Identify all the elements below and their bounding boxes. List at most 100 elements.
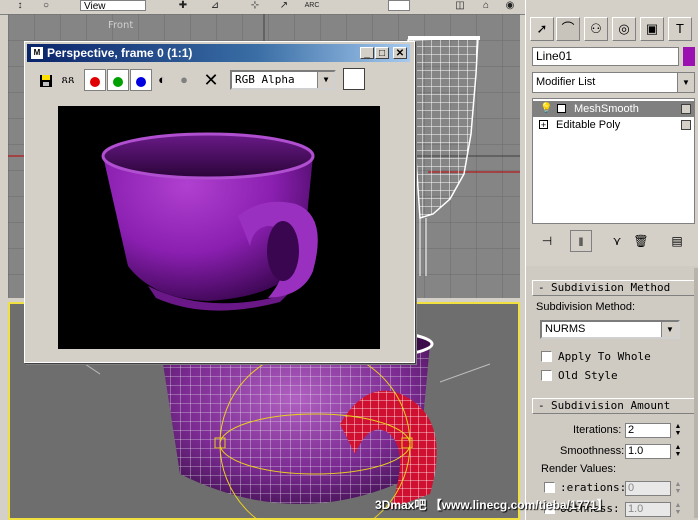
chevron-down-icon: ▼ bbox=[661, 322, 678, 337]
apply-to-whole-checkbox[interactable] bbox=[541, 351, 552, 362]
rotate-icon[interactable]: ○ bbox=[38, 0, 54, 12]
arc-button[interactable]: ARC bbox=[302, 0, 322, 12]
configure-sets-icon[interactable]: ▤ bbox=[666, 230, 688, 252]
rendered-cup bbox=[101, 132, 318, 311]
make-unique-icon[interactable]: ⋎ bbox=[606, 230, 628, 252]
green-channel-button[interactable] bbox=[107, 69, 129, 91]
modifier-list-select[interactable]: Modifier List ▼ bbox=[532, 72, 695, 93]
render-iterations-spinner[interactable]: 0 bbox=[625, 481, 671, 496]
render-setup-icon[interactable]: ⌂ bbox=[478, 0, 494, 12]
subdivision-method-label: Subdivision Method: bbox=[536, 301, 636, 313]
snap-icon[interactable]: ↗ bbox=[276, 0, 292, 12]
view-select-label: View bbox=[84, 1, 106, 12]
max-logo-icon: M bbox=[31, 47, 43, 59]
pin-stack-icon[interactable]: ⊣ bbox=[536, 230, 558, 252]
show-end-result-icon[interactable]: ‖ bbox=[570, 230, 592, 252]
iterations-spinner[interactable]: 2 bbox=[625, 423, 671, 438]
curve-editor-icon[interactable]: ◫ bbox=[452, 0, 468, 12]
clear-icon[interactable]: ✕ bbox=[200, 69, 222, 91]
iterations-label: Iterations: bbox=[573, 424, 622, 436]
spinner-arrows-icon[interactable]: ▲ ▼ bbox=[673, 444, 683, 459]
stack-item-toggle[interactable] bbox=[681, 120, 691, 130]
motion-tab-icon[interactable]: ◎ bbox=[612, 17, 636, 41]
move-icon[interactable]: ↕ bbox=[12, 0, 28, 12]
front-viewport-label: Front bbox=[108, 20, 134, 31]
green-channel-icon bbox=[113, 76, 123, 87]
create-tab-icon[interactable]: ➚ bbox=[530, 17, 554, 41]
red-channel-button[interactable] bbox=[84, 69, 106, 91]
clone-window-icon[interactable]: ጸጸ bbox=[57, 69, 79, 91]
command-panel: ➚ ⌒ ⚇ ◎ ▣ T Line01 Modifier List ▼ 💡 + M… bbox=[525, 0, 698, 520]
mirror-icon[interactable]: ⊿ bbox=[207, 0, 223, 12]
maximize-button[interactable]: □ bbox=[375, 47, 389, 59]
left-strip bbox=[0, 14, 8, 520]
close-glyph: ✕ bbox=[395, 48, 405, 59]
spinner-arrows-icon[interactable]: ▲ ▼ bbox=[673, 423, 683, 438]
object-name-value: Line01 bbox=[536, 49, 573, 63]
reference-coord-select[interactable]: View bbox=[80, 0, 146, 12]
stack-item-toggle[interactable] bbox=[681, 104, 691, 114]
align-icon[interactable]: ⊹ bbox=[247, 0, 263, 12]
lightbulb-icon[interactable]: 💡 bbox=[540, 101, 552, 117]
object-color-swatch[interactable] bbox=[683, 47, 695, 66]
close-button[interactable]: ✕ bbox=[393, 47, 407, 59]
remove-modifier-icon[interactable]: 🗑 bbox=[630, 230, 652, 252]
maximize-glyph: □ bbox=[378, 48, 386, 59]
subdivision-amount-rollout-header[interactable]: - Subdivision Amount bbox=[532, 398, 695, 414]
pivot-icon[interactable]: ✚ bbox=[175, 0, 191, 12]
object-name-field[interactable]: Line01 bbox=[532, 47, 679, 66]
subdivision-method-rollout-header[interactable]: - Subdivision Method bbox=[532, 280, 695, 296]
modifier-stack[interactable]: 💡 + MeshSmooth + Editable Poly bbox=[532, 98, 695, 224]
quick-render-icon[interactable]: ◉ bbox=[502, 0, 518, 12]
rollout-title: Subdivision Amount bbox=[551, 399, 671, 412]
stack-item-editable-poly[interactable]: + Editable Poly bbox=[533, 117, 694, 133]
expand-icon[interactable]: + bbox=[539, 120, 548, 130]
expand-icon[interactable]: + bbox=[557, 104, 566, 114]
modifier-list-label: Modifier List bbox=[536, 76, 596, 88]
named-selection-select[interactable] bbox=[388, 0, 410, 11]
iterations-value: 2 bbox=[628, 424, 635, 436]
chevron-down-icon: ▼ bbox=[677, 73, 694, 92]
stack-item-meshsmooth[interactable]: 💡 + MeshSmooth bbox=[533, 101, 694, 117]
stack-item-label: Editable Poly bbox=[556, 119, 621, 131]
subdivision-method-value: NURMS bbox=[545, 323, 586, 335]
watermark-text: 3Dmax吧 【www.linecg.com/tieba/1771】 bbox=[375, 498, 609, 512]
color-swatch[interactable] bbox=[343, 68, 365, 90]
render-smoothness-value: 1.0 bbox=[628, 503, 644, 515]
save-image-icon[interactable] bbox=[35, 69, 57, 91]
mono-channel-icon[interactable]: ◐ bbox=[151, 69, 173, 91]
display-channel-select[interactable]: RGB Alpha ▼ bbox=[230, 70, 336, 90]
subdivision-method-select[interactable]: NURMS ▼ bbox=[540, 320, 680, 339]
rollout-title: Subdivision Method bbox=[551, 281, 671, 294]
old-style-label: Old Style bbox=[558, 369, 618, 382]
alpha-channel-icon[interactable]: ● bbox=[173, 69, 195, 91]
render-window-titlebar[interactable]: M Perspective, frame 0 (1:1) _ □ ✕ bbox=[27, 44, 410, 62]
render-iterations-value: 0 bbox=[628, 482, 635, 494]
render-smoothness-spinner[interactable]: 1.0 bbox=[625, 502, 671, 517]
old-style-checkbox[interactable] bbox=[541, 370, 552, 381]
modify-tab-icon[interactable]: ⌒ bbox=[556, 17, 580, 41]
smoothness-spinner[interactable]: 1.0 bbox=[625, 444, 671, 459]
red-channel-icon bbox=[90, 76, 100, 87]
minimize-button[interactable]: _ bbox=[360, 47, 374, 59]
stack-item-label: MeshSmooth bbox=[574, 103, 639, 115]
render-iterations-checkbox[interactable] bbox=[544, 482, 555, 493]
hierarchy-tab-icon[interactable]: ⚇ bbox=[584, 17, 608, 41]
render-frame-window[interactable]: M Perspective, frame 0 (1:1) _ □ ✕ ጸጸ ◐ … bbox=[24, 41, 415, 363]
render-window-title: Perspective, frame 0 (1:1) bbox=[47, 46, 193, 60]
spinner-arrows-icon[interactable]: ▲ ▼ bbox=[673, 502, 683, 517]
utilities-tab-icon[interactable]: T bbox=[668, 17, 692, 41]
minimize-glyph: _ bbox=[364, 48, 370, 59]
blue-channel-button[interactable] bbox=[130, 69, 152, 91]
display-tab-icon[interactable]: ▣ bbox=[640, 17, 664, 41]
main-toolbar: ↕ ○ View ✚ ⊿ ⊹ ↗ ARC ◫ ⌂ ◉ bbox=[0, 0, 525, 15]
panel-scrollbar[interactable] bbox=[694, 268, 698, 518]
smoothness-label: Smoothness: bbox=[560, 445, 625, 457]
apply-to-whole-label: Apply To Whole bbox=[558, 350, 651, 363]
render-values-label: Render Values: bbox=[541, 463, 617, 475]
smoothness-value: 1.0 bbox=[628, 445, 644, 457]
spinner-arrows-icon[interactable]: ▲ ▼ bbox=[673, 481, 683, 496]
render-iterations-label: :erations: bbox=[560, 481, 627, 494]
channel-value: RGB Alpha bbox=[235, 73, 295, 86]
blue-channel-icon bbox=[136, 76, 146, 87]
